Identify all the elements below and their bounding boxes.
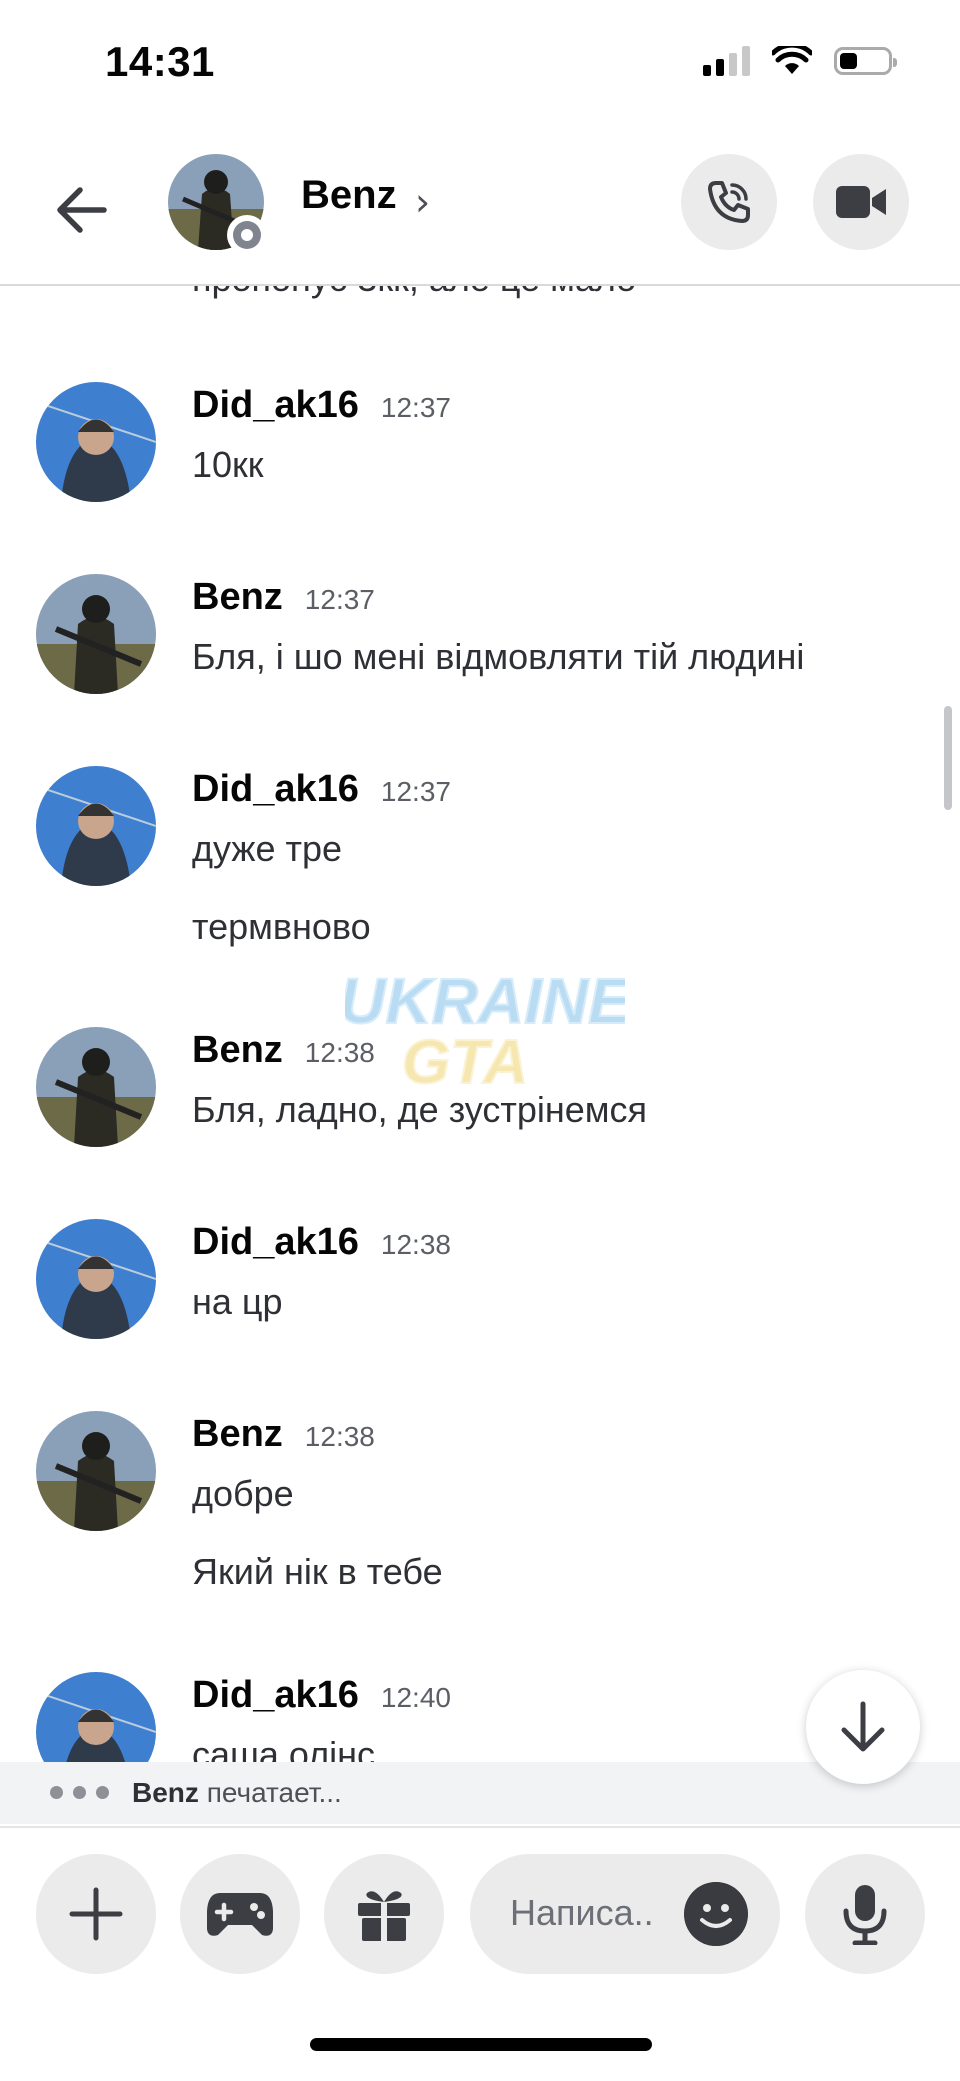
arrow-down-icon [841, 1701, 885, 1752]
message-timestamp: 12:37 [380, 392, 451, 423]
message-text: 10кк [192, 444, 264, 485]
status-indicator [227, 215, 267, 255]
emoji-icon[interactable] [684, 1882, 748, 1946]
avatar[interactable] [36, 1219, 156, 1339]
message-timestamp: 12:38 [304, 1421, 375, 1452]
voice-call-button[interactable] [681, 154, 777, 250]
scrollbar[interactable] [944, 706, 952, 810]
message-timestamp: 12:40 [380, 1682, 451, 1713]
microphone-icon [843, 1885, 887, 1945]
video-call-button[interactable] [813, 154, 909, 250]
message-author[interactable]: Benz 12:38 [192, 1413, 375, 1456]
gamepad-icon [207, 1893, 273, 1936]
avatar[interactable] [36, 574, 156, 694]
wifi-icon [772, 46, 812, 74]
chat-header: Benz › [0, 140, 960, 286]
message-text: Бля, і шо мені відмовляти тій людині [192, 636, 805, 677]
avatar[interactable] [36, 766, 156, 886]
arrow-left-icon[interactable] [52, 180, 112, 240]
svg-text:UKRAINE: UKRAINE [345, 965, 625, 1037]
gift-button[interactable] [324, 1854, 444, 1974]
jump-to-bottom-button[interactable] [806, 1670, 920, 1784]
voice-message-button[interactable] [805, 1854, 925, 1974]
message-text: пропонує 3кк, але це мало [192, 286, 636, 300]
message-input[interactable]: Написа.. [470, 1854, 780, 1974]
cellular-signal-icon [703, 46, 750, 76]
watermark-logo: UKRAINE GTA [345, 965, 625, 1095]
home-indicator[interactable] [310, 2038, 652, 2051]
status-icons [703, 46, 897, 76]
avatar[interactable] [36, 1411, 156, 1531]
plus-icon [69, 1887, 123, 1941]
message-author[interactable]: Did_ak16 12:37 [192, 768, 451, 811]
typing-dots-icon [50, 1786, 109, 1799]
message-author[interactable]: Did_ak16 12:37 [192, 384, 451, 427]
phone-icon [708, 181, 750, 223]
message-text: на цр [192, 1281, 283, 1322]
message-text: дуже тре [192, 828, 343, 869]
add-attachment-button[interactable] [36, 1854, 156, 1974]
message-timestamp: 12:38 [380, 1229, 451, 1260]
avatar[interactable] [36, 1027, 156, 1147]
avatar[interactable] [36, 1672, 156, 1762]
chevron-right-icon[interactable]: › [415, 180, 430, 224]
message-text: добре [192, 1473, 294, 1514]
message-text: Який нік в тебе [192, 1551, 443, 1592]
battery-icon [834, 47, 897, 75]
message-text: термвново [192, 906, 371, 947]
message-timestamp: 12:37 [304, 584, 375, 615]
svg-text:GTA: GTA [402, 1028, 528, 1095]
typing-user: Benz [132, 1777, 199, 1808]
message-author[interactable]: Benz 12:37 [192, 576, 375, 619]
message-text: саша олінс [192, 1734, 376, 1762]
message-input-placeholder: Написа.. [510, 1892, 654, 1933]
gift-icon [358, 1891, 410, 1941]
channel-name[interactable]: Benz [301, 173, 397, 218]
typing-text: печатает... [206, 1777, 342, 1808]
video-camera-icon [836, 186, 886, 218]
typing-indicator: Benz печатает... [0, 1762, 960, 1824]
message-author[interactable]: Did_ak16 12:38 [192, 1221, 451, 1264]
status-time: 14:31 [105, 38, 215, 85]
activities-button[interactable] [180, 1854, 300, 1974]
message-author[interactable]: Did_ak16 12:40 [192, 1674, 451, 1717]
message-text: Бля, ладно, де зустрінемся [192, 1089, 648, 1130]
message-timestamp: 12:37 [380, 776, 451, 807]
avatar[interactable] [36, 382, 156, 502]
